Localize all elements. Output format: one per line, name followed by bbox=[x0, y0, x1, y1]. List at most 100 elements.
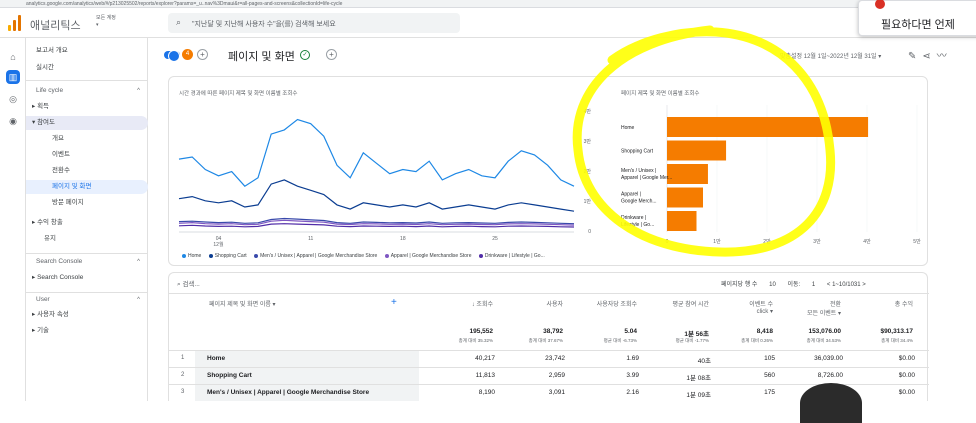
header-label: 페이지 제목 및 화면 이름 bbox=[209, 302, 271, 308]
legend-item[interactable]: Apparel | Google Merchandise Store bbox=[384, 253, 472, 259]
charts-svg: 0412월11 18 25 0 1만 2만 3만 4만 5만4만3만2만1만0HomeShopp… bbox=[178, 105, 921, 248]
total-sub: 총계 대비 35.32% bbox=[458, 338, 493, 343]
rows-per-page-select[interactable]: 10 bbox=[769, 282, 776, 288]
sidebar-item-realtime[interactable]: 실시간 bbox=[26, 61, 148, 75]
cell: 1분 09초 bbox=[686, 392, 711, 399]
legend-item[interactable]: Shopping Cart bbox=[208, 253, 247, 259]
chevron-up-icon: ^ bbox=[137, 297, 140, 303]
table-row[interactable]: 2 Shopping Cart 11,813 2,959 3.99 1분 08초… bbox=[169, 367, 929, 384]
legend-label: Drinkware | Lifestyle | Go... bbox=[484, 253, 545, 259]
line-y-tick-label: 3만 bbox=[584, 138, 592, 145]
sidebar-item-user-attributes[interactable]: ▸ 사용자 속성 bbox=[26, 308, 148, 322]
line-y-tick-label: 4만 bbox=[584, 108, 592, 115]
dimension-header[interactable]: 페이지 제목 및 화면 이름 ▾ bbox=[209, 299, 276, 308]
page-title: 페이지 및 화면 bbox=[228, 51, 295, 63]
line-y-tick-label: 0 bbox=[588, 229, 591, 235]
total-sub: 총계 대비 37.67% bbox=[528, 338, 563, 343]
goto-input[interactable]: 1 bbox=[812, 282, 815, 288]
sidebar-item-landing-page[interactable]: 방문 페이지 bbox=[26, 196, 148, 210]
table-search-input[interactable]: ⌕ 검색... bbox=[177, 278, 200, 289]
cell: $0.00 bbox=[898, 372, 915, 379]
sidebar-item-conversions[interactable]: 전환수 bbox=[26, 164, 148, 178]
col-header-revenue[interactable]: 총 수익 bbox=[895, 299, 913, 308]
col-header-views-per-user[interactable]: 사용자당 조회수 bbox=[597, 299, 637, 308]
row-number: 2 bbox=[181, 372, 185, 378]
table-row[interactable]: 1 Home 40,217 23,742 1.69 40초 105 36,039… bbox=[169, 350, 929, 367]
sidebar-item-tech[interactable]: ▸ 기술 bbox=[26, 324, 148, 338]
analytics-logo-icon[interactable] bbox=[8, 15, 22, 31]
col-header-event-count[interactable]: 이벤트 수 bbox=[749, 299, 773, 308]
cell: 105 bbox=[764, 355, 775, 362]
notification-toast[interactable]: 필요하다면 언제 bbox=[858, 0, 976, 36]
share-icon[interactable]: ⋖ bbox=[922, 51, 936, 62]
table-pagination: 페이지당 행 수 10 이동: 1 < 1~10/1031 > bbox=[721, 279, 876, 288]
bar bbox=[667, 187, 703, 208]
legend-item[interactable]: Men's / Unisex | Apparel | Google Mercha… bbox=[254, 253, 377, 259]
row-dimension[interactable]: Men's / Unisex | Apparel | Google Mercha… bbox=[195, 385, 419, 401]
legend-item[interactable]: Drinkware | Lifestyle | Go... bbox=[478, 253, 545, 259]
event-filter-select[interactable]: click ▾ bbox=[757, 308, 773, 315]
total-users: 38,792 bbox=[543, 328, 563, 335]
add-filter-button[interactable]: + bbox=[326, 49, 337, 60]
account-selector[interactable]: 모든 계정 ▾ bbox=[96, 15, 116, 29]
cell: 8,190 bbox=[478, 389, 495, 396]
reports-icon[interactable]: ▥ bbox=[6, 70, 20, 84]
sidebar-item-label: 전환수 bbox=[52, 167, 70, 174]
legend-item[interactable]: Home bbox=[182, 253, 201, 259]
chart-legend: Home Shopping Cart Men's / Unisex | Appa… bbox=[182, 253, 551, 259]
total-sub: 평균 대비 -6.73% bbox=[603, 338, 637, 343]
sidebar-item-label: 방문 페이지 bbox=[52, 199, 84, 206]
add-comparison-button[interactable]: + bbox=[197, 49, 208, 60]
sidebar-item-events[interactable]: 이벤트 bbox=[26, 148, 148, 162]
row-dimension[interactable]: Shopping Cart bbox=[195, 368, 419, 384]
sidebar-item-label: 이벤트 bbox=[52, 151, 70, 158]
bar bbox=[667, 164, 708, 184]
sidebar-item-overview[interactable]: 보고서 개요 bbox=[26, 44, 148, 58]
search-input[interactable]: "지난달 및 지난해 사용자 수"을(를) 검색해 보세요 bbox=[192, 19, 336, 29]
top-bar: 애널리틱스 모든 계정 ▾ ⌕ "지난달 및 지난해 사용자 수"을(를) 검색… bbox=[0, 8, 976, 38]
page-nav[interactable]: < 1~10/1031 > bbox=[827, 282, 866, 288]
cell: $0.00 bbox=[898, 355, 915, 362]
x-tick-label: 18 bbox=[400, 236, 406, 242]
comparison-count-badge[interactable]: 4 bbox=[182, 49, 193, 60]
search-bar[interactable]: ⌕ "지난달 및 지난해 사용자 수"을(를) 검색해 보세요 bbox=[168, 13, 460, 33]
col-header-views[interactable]: ↓ 조회수 bbox=[472, 299, 493, 308]
webcam-overlay bbox=[800, 383, 862, 423]
cell: 40,217 bbox=[475, 355, 495, 362]
sidebar-item-label: 개요 bbox=[52, 135, 64, 142]
col-header-users[interactable]: 사용자 bbox=[546, 299, 563, 308]
account-label: 모든 계정 bbox=[96, 15, 116, 21]
advertising-icon[interactable]: ◉ bbox=[6, 114, 20, 128]
sidebar-item-label: 실시간 bbox=[36, 64, 54, 71]
sidebar-item-label: ▸ 수익 창출 bbox=[32, 219, 63, 226]
date-range-picker[interactable]: 맞춤설정 12월 1일~2022년 12월 31일 ▾ bbox=[780, 51, 881, 60]
row-dimension[interactable]: Home bbox=[195, 351, 419, 367]
check-circle-icon[interactable]: ✓ bbox=[300, 50, 310, 60]
report-header: 4 + 페이지 및 화면 ✓ + 맞춤설정 12월 1일~2022년 12월 3… bbox=[148, 38, 976, 74]
conversion-filter-select[interactable]: 모든 이벤트 ▾ bbox=[807, 308, 841, 317]
edit-icon[interactable]: ✎ bbox=[908, 51, 922, 62]
sidebar-item-engagement[interactable]: ▾ 참여도 bbox=[26, 116, 148, 130]
total-sub: 총계 대비 34.53% bbox=[806, 338, 841, 343]
sidebar-item-monetization[interactable]: ▸ 수익 창출 bbox=[26, 216, 148, 230]
sidebar-item-acquisition[interactable]: ▸ 획득 bbox=[26, 100, 148, 114]
explore-icon[interactable]: ◎ bbox=[6, 92, 20, 106]
total-sub: 총계 대비 0.26% bbox=[741, 338, 773, 343]
comparison-toggle[interactable] bbox=[164, 50, 180, 62]
bar-category-label: Drinkware | bbox=[621, 215, 646, 221]
add-dimension-button[interactable]: + bbox=[391, 297, 397, 308]
insights-icon[interactable]: 〰 bbox=[937, 51, 953, 62]
section-lifecycle[interactable]: Life cycle ^ bbox=[26, 84, 148, 98]
section-search-console[interactable]: Search Console ^ bbox=[26, 255, 148, 269]
browser-url-bar[interactable]: analytics.google.com/analytics/web/#/p21… bbox=[0, 0, 976, 8]
sidebar-item-search-console[interactable]: ▸ Search Console bbox=[26, 271, 148, 285]
sidebar-item-retention[interactable]: 유지 bbox=[26, 232, 148, 246]
col-header-avg-engagement[interactable]: 평균 참여 시간 bbox=[673, 299, 709, 308]
home-icon[interactable]: ⌂ bbox=[6, 50, 20, 64]
col-header-conversions[interactable]: 전환 bbox=[830, 299, 841, 308]
section-user[interactable]: User ^ bbox=[26, 293, 148, 307]
sidebar-item-engagement-overview[interactable]: 개요 bbox=[26, 132, 148, 146]
sidebar-item-pages-screens[interactable]: 페이지 및 화면 bbox=[26, 180, 148, 194]
x-tick-label: 12월 bbox=[213, 241, 224, 248]
cell: 8,726.00 bbox=[817, 372, 843, 379]
